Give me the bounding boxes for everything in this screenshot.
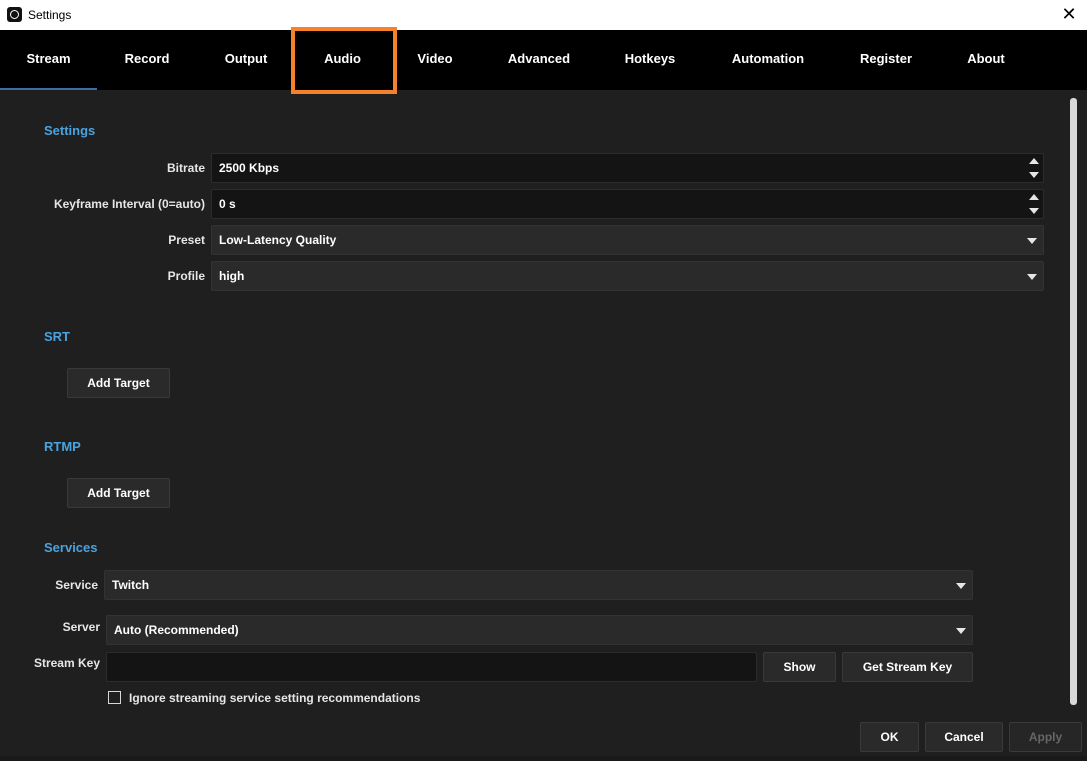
server-value: Auto (Recommended) — [114, 623, 239, 637]
bitrate-spinbox[interactable]: 2500 Kbps — [211, 153, 1044, 183]
spin-up-icon[interactable] — [1029, 194, 1039, 200]
bitrate-spin-arrows — [1029, 156, 1039, 180]
tab-about[interactable]: About — [938, 30, 1034, 90]
keyframe-spinbox[interactable]: 0 s — [211, 189, 1044, 219]
profile-label: Profile — [167, 269, 205, 283]
stream-key-label: Stream Key — [33, 656, 100, 670]
close-icon[interactable]: ✕ — [1059, 4, 1079, 24]
bottom-edge — [0, 756, 1087, 761]
rtmp-section-title: RTMP — [44, 439, 81, 454]
stream-key-input[interactable] — [106, 652, 757, 682]
chevron-down-icon — [956, 583, 966, 589]
settings-section-title: Settings — [44, 123, 96, 138]
get-stream-key-button[interactable]: Get Stream Key — [842, 652, 973, 682]
service-value: Twitch — [112, 578, 150, 592]
ignore-recommendations-label: Ignore streaming service setting recomme… — [129, 691, 421, 705]
srt-add-target-button[interactable]: Add Target — [67, 368, 170, 398]
services-section-title: Services — [44, 540, 98, 555]
tab-video[interactable]: Video — [390, 30, 480, 90]
window-title: Settings — [28, 8, 72, 22]
keyframe-label: Keyframe Interval (0=auto) — [53, 197, 205, 211]
preset-label: Preset — [168, 233, 205, 247]
chevron-down-icon — [956, 628, 966, 634]
profile-dropdown[interactable]: high — [211, 261, 1044, 291]
service-label: Service — [55, 578, 98, 592]
vertical-scrollbar[interactable] — [1070, 98, 1077, 705]
preset-dropdown[interactable]: Low-Latency Quality — [211, 225, 1044, 255]
tab-hotkeys[interactable]: Hotkeys — [598, 30, 702, 90]
tab-audio[interactable]: Audio — [295, 30, 390, 90]
spin-up-icon[interactable] — [1029, 158, 1039, 164]
profile-value: high — [219, 269, 245, 283]
bitrate-value: 2500 Kbps — [219, 161, 280, 175]
tab-register[interactable]: Register — [834, 30, 938, 90]
server-dropdown[interactable]: Auto (Recommended) — [106, 615, 973, 645]
cancel-button[interactable]: Cancel — [925, 722, 1003, 752]
preset-value: Low-Latency Quality — [219, 233, 337, 247]
rtmp-add-target-button[interactable]: Add Target — [67, 478, 170, 508]
keyframe-value: 0 s — [219, 197, 236, 211]
tab-automation[interactable]: Automation — [702, 30, 834, 90]
keyframe-spin-arrows — [1029, 192, 1039, 216]
apply-button[interactable]: Apply — [1009, 722, 1082, 752]
bitrate-label: Bitrate — [166, 161, 205, 175]
tab-stream[interactable]: Stream — [0, 30, 97, 90]
chevron-down-icon — [1027, 274, 1037, 280]
ok-button[interactable]: OK — [860, 722, 919, 752]
tab-output[interactable]: Output — [197, 30, 295, 90]
tab-record[interactable]: Record — [97, 30, 197, 90]
tab-advanced[interactable]: Advanced — [480, 30, 598, 90]
title-bar: Settings ✕ — [0, 0, 1087, 30]
spin-down-icon[interactable] — [1029, 208, 1039, 214]
server-label: Server — [62, 620, 100, 634]
ignore-recommendations-checkbox[interactable] — [108, 691, 121, 704]
spin-down-icon[interactable] — [1029, 172, 1039, 178]
srt-section-title: SRT — [44, 329, 70, 344]
show-stream-key-button[interactable]: Show — [763, 652, 836, 682]
service-dropdown[interactable]: Twitch — [104, 570, 973, 600]
chevron-down-icon — [1027, 238, 1037, 244]
app-logo-icon — [7, 7, 22, 22]
tab-bar: Stream Record Output Audio Video Advance… — [0, 30, 1087, 90]
